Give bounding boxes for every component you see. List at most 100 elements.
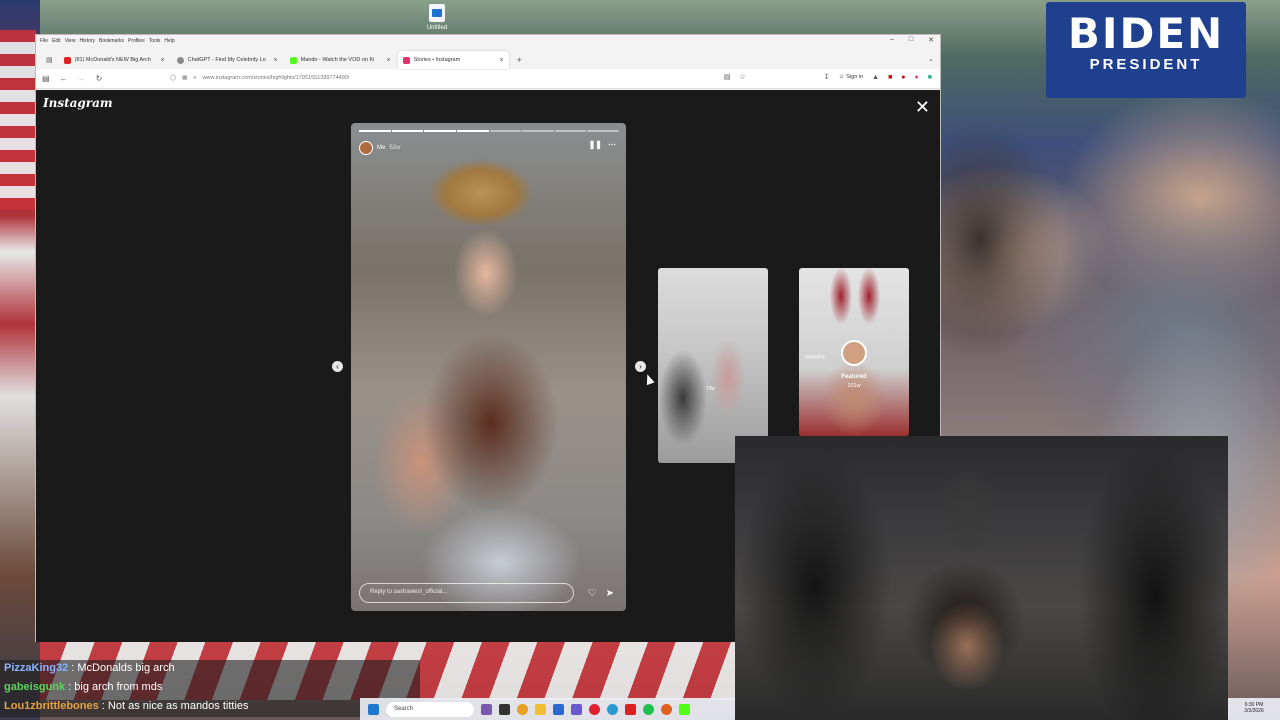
- menu-help[interactable]: Help: [164, 38, 174, 44]
- menu-history[interactable]: History: [79, 38, 95, 44]
- start-icon[interactable]: [368, 703, 379, 715]
- pause-icon[interactable]: ❚❚: [589, 140, 602, 149]
- clock-date: 3/3/2026: [1244, 708, 1264, 714]
- close-tab-icon[interactable]: ×: [161, 57, 165, 64]
- shield-icon[interactable]: ◯: [170, 75, 176, 81]
- desktop-file-label: Untitled: [426, 25, 448, 31]
- thumbnail-age: 73w: [706, 386, 716, 392]
- new-tab-icon[interactable]: +: [511, 55, 528, 69]
- pocket-icon[interactable]: ●: [901, 74, 905, 81]
- more-options-icon[interactable]: ⋯: [608, 140, 616, 149]
- menu-file[interactable]: File: [40, 38, 48, 44]
- chat-message: Lou1zbrittlebones : Not as nice as mando…: [0, 698, 420, 717]
- story-thumbnail-gym[interactable]: 73w: [658, 268, 768, 463]
- reply-input[interactable]: Reply to sashawest_official...: [359, 583, 574, 603]
- tab-mcdonalds[interactable]: (81) McDonald's NEW Big Arch ×: [59, 51, 170, 69]
- menu-icon[interactable]: ■: [928, 74, 932, 81]
- tab-list-chevron-icon[interactable]: ⌄: [928, 55, 934, 63]
- forward-icon[interactable]: →: [78, 74, 86, 83]
- chat-message: PizzaKing32 : McDonalds big arch: [0, 660, 420, 679]
- chat-username: PizzaKing32: [4, 662, 69, 674]
- reload-icon[interactable]: ↻: [96, 74, 103, 83]
- background-flag: [0, 30, 36, 210]
- taskbar-search[interactable]: Search: [386, 701, 474, 717]
- tab-chatgpt[interactable]: ChatGPT - Find My Celebrity Lo ×: [172, 51, 283, 69]
- tab-kick[interactable]: Mando - Watch the VOD on Ki ×: [285, 51, 396, 69]
- document-icon: [429, 4, 445, 22]
- menu-view[interactable]: View: [65, 38, 76, 44]
- chat-overlay: PizzaKing32 : McDonalds big arch gabeisg…: [0, 660, 420, 717]
- opera-icon[interactable]: [589, 703, 600, 715]
- desktop-file-icon[interactable]: Untitled: [422, 4, 452, 31]
- url-text[interactable]: www.instagram.com/stories/highlights/179…: [203, 75, 350, 81]
- store-icon[interactable]: [553, 703, 564, 715]
- teams-icon[interactable]: [571, 703, 582, 715]
- tab-label: Stories • Instagram: [413, 57, 461, 63]
- widgets-icon[interactable]: [481, 703, 492, 715]
- tab-instagram[interactable]: Stories • Instagram ×: [397, 51, 509, 69]
- close-viewer-icon[interactable]: ✕: [915, 98, 930, 116]
- chrome-icon[interactable]: [517, 703, 528, 715]
- instagram-logo[interactable]: Instagram: [43, 96, 113, 110]
- lock-icon[interactable]: ▩: [182, 75, 187, 81]
- close-tab-icon[interactable]: ×: [387, 57, 391, 64]
- story-header: Me 52w: [359, 141, 400, 155]
- system-clock[interactable]: 6:30 PM 3/3/2026: [1228, 698, 1280, 720]
- menu-profiles[interactable]: Profiles: [128, 38, 145, 44]
- minimize-icon[interactable]: –: [890, 36, 894, 44]
- firefox-icon[interactable]: [661, 703, 672, 715]
- previous-story-button[interactable]: ‹: [332, 361, 343, 372]
- close-tab-icon[interactable]: ×: [274, 57, 278, 64]
- heart-icon[interactable]: ♡: [588, 588, 597, 599]
- biden-sign: BIDEN PRESIDENT: [1046, 2, 1246, 98]
- edge-icon[interactable]: [607, 703, 618, 715]
- progress-segment: [554, 130, 587, 132]
- progress-segment: [587, 130, 619, 132]
- downloads-icon[interactable]: ↧: [824, 73, 830, 81]
- file-explorer-icon[interactable]: [535, 703, 546, 715]
- sign-in-button[interactable]: ☺ Sign in: [839, 74, 863, 80]
- instagram-icon: [402, 56, 410, 64]
- progress-segment: [489, 130, 522, 132]
- progress-segment: [522, 130, 554, 132]
- sidebar-toggle-icon[interactable]: ▤: [42, 74, 50, 83]
- chat-text: big arch from mds: [74, 681, 163, 693]
- kick-icon: [289, 56, 297, 64]
- maximize-icon[interactable]: □: [909, 36, 913, 44]
- story-thumbnail-featured[interactable]: @playboy Featured 101w: [799, 268, 909, 436]
- bookmark-star-icon[interactable]: ☆: [740, 73, 746, 81]
- story-age: 52w: [389, 145, 401, 151]
- extensions-icon[interactable]: ▲: [872, 74, 879, 81]
- ublock-icon[interactable]: ■: [888, 74, 892, 81]
- close-window-icon[interactable]: ✕: [928, 36, 934, 44]
- tab-overview-icon[interactable]: ▤: [42, 56, 57, 69]
- story-controls: ❚❚ ⋯: [589, 140, 616, 149]
- progress-segment: [424, 130, 456, 132]
- menu-edit[interactable]: Edit: [52, 38, 61, 44]
- next-story-button[interactable]: ›: [635, 361, 646, 372]
- thumbnail-avatar: [841, 340, 867, 366]
- permissions-icon[interactable]: ≡: [193, 75, 196, 81]
- menu-bookmarks[interactable]: Bookmarks: [99, 38, 124, 44]
- address-bar[interactable]: ◯ ▩ ≡ www.instagram.com/stories/highligh…: [170, 71, 782, 85]
- chat-message: gabeisgunk : big arch from mds: [0, 679, 420, 698]
- close-tab-icon[interactable]: ×: [500, 57, 504, 64]
- extension-icon[interactable]: ●: [915, 74, 919, 81]
- avatar[interactable]: [359, 141, 373, 155]
- send-icon[interactable]: ➤: [606, 588, 614, 599]
- youtube-app-icon[interactable]: [625, 703, 636, 715]
- menu-tools[interactable]: Tools: [149, 38, 161, 44]
- sign-in-label: Sign in: [846, 74, 864, 80]
- kick-app-icon[interactable]: [679, 703, 690, 715]
- spotify-icon[interactable]: [643, 703, 654, 715]
- reader-view-icon[interactable]: ▤: [724, 73, 731, 81]
- task-view-icon[interactable]: [499, 703, 510, 715]
- chat-username: Lou1zbrittlebones: [4, 700, 99, 712]
- active-story[interactable]: Me 52w ❚❚ ⋯ Reply to sashawest_official.…: [351, 123, 626, 611]
- story-progress: [359, 130, 619, 132]
- progress-segment: [391, 130, 424, 132]
- back-icon[interactable]: ←: [60, 74, 68, 83]
- webcam-overlay: [735, 436, 1228, 720]
- chat-text: Not as nice as mandos titties: [107, 700, 249, 712]
- story-username[interactable]: Me: [377, 145, 385, 151]
